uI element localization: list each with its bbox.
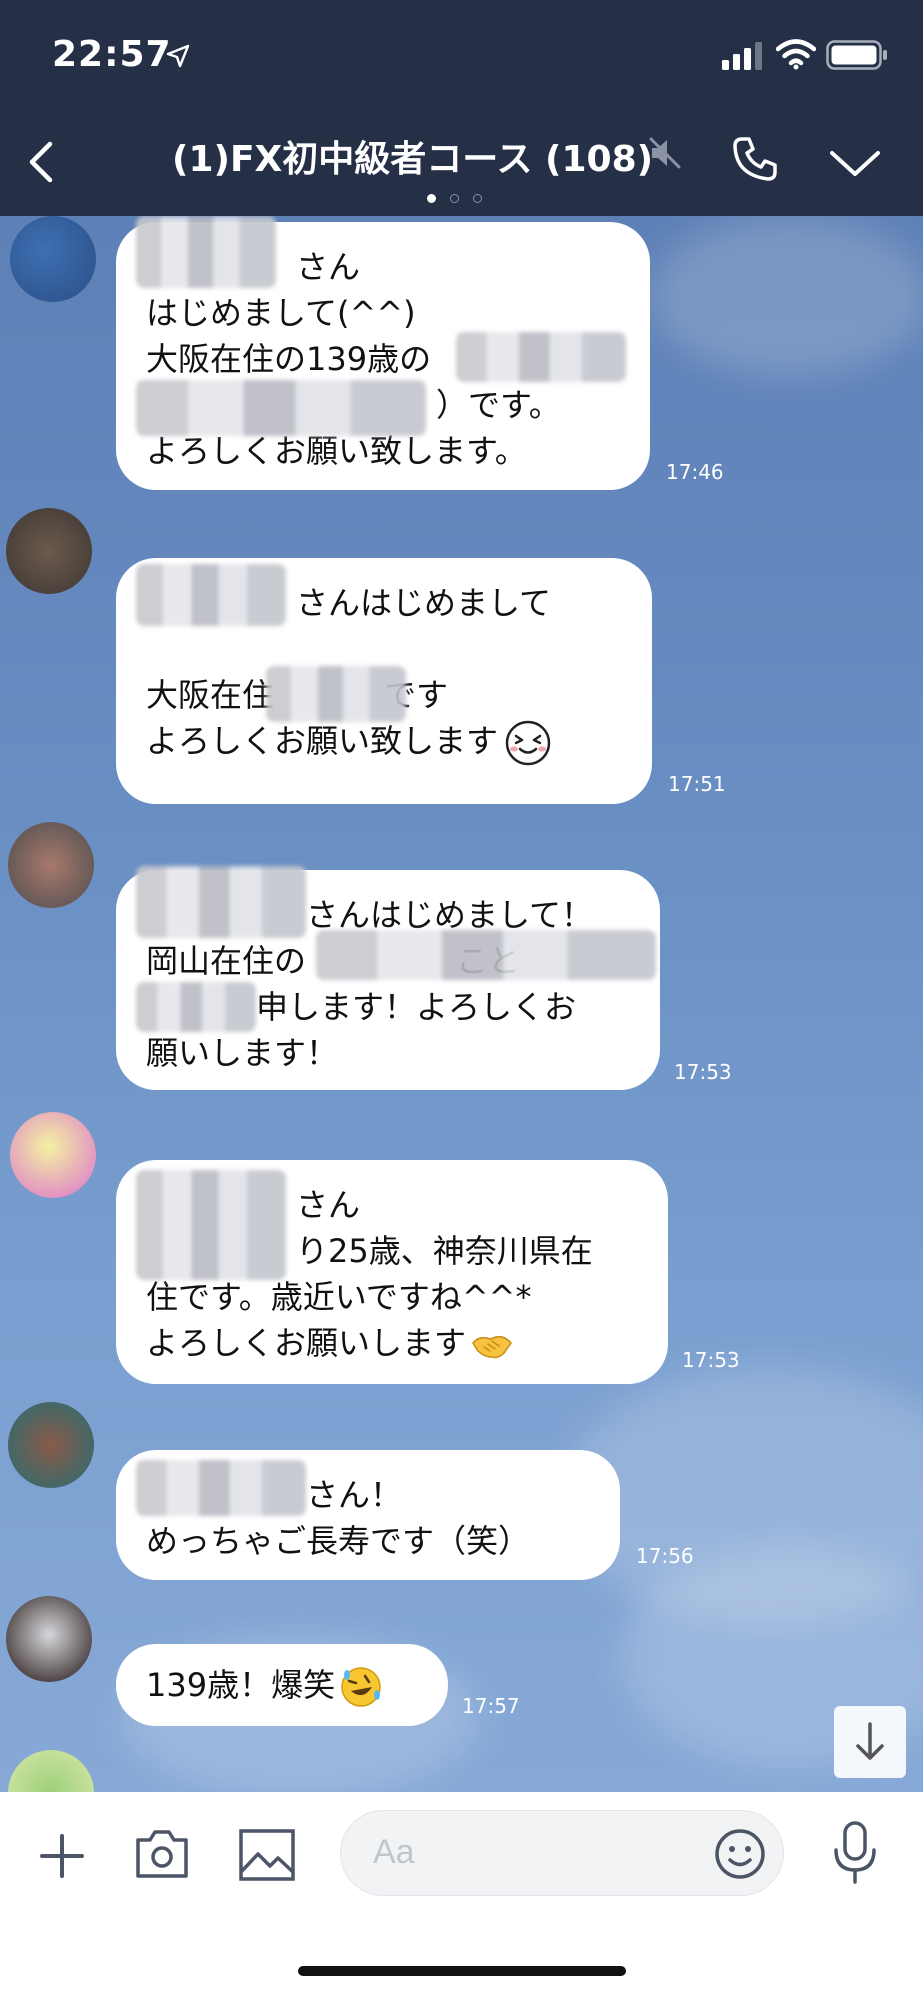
- mute-icon: [649, 137, 681, 169]
- message-time: 17:57: [462, 1694, 520, 1718]
- avatar[interactable]: [8, 822, 94, 908]
- location-arrow-icon: [166, 44, 190, 68]
- cellular-signal-icon: [722, 42, 762, 70]
- chat-title[interactable]: (1)FX初中級者コース (108): [172, 130, 653, 182]
- chat-message-list[interactable]: さん はじめまして(^^) 大阪在住の139歳の ）です。 よろしくお願い致しま…: [0, 216, 923, 1792]
- message-text: 住です。歳近いですね^^*: [146, 1278, 532, 1316]
- avatar[interactable]: [10, 1112, 96, 1198]
- scroll-to-bottom-button[interactable]: [834, 1706, 906, 1778]
- message-text: めっちゃご長寿です（笑）: [146, 1522, 531, 1560]
- camera-icon[interactable]: [132, 1826, 192, 1882]
- status-time: 22:57: [52, 34, 172, 75]
- phone-call-icon[interactable]: [730, 134, 780, 184]
- page-dot: [450, 194, 459, 203]
- pixelated-name: [136, 1170, 286, 1280]
- handshake-emoji-icon: [472, 1335, 512, 1359]
- home-indicator: [298, 1966, 626, 1976]
- pixelated-name: [136, 564, 286, 626]
- message-bubble[interactable]: 139歳！爆笑: [116, 1644, 448, 1726]
- pixelated-name: [136, 216, 276, 288]
- avatar[interactable]: [6, 1596, 92, 1682]
- page-dot-active: [427, 194, 436, 203]
- avatar[interactable]: [8, 1750, 94, 1792]
- pixelated-name: [266, 666, 406, 722]
- message-text: はじめまして(^^): [146, 294, 416, 332]
- pixelated-name: [136, 866, 306, 938]
- avatar[interactable]: [10, 216, 96, 302]
- pixelated-name: [136, 1460, 306, 1516]
- battery-icon: [826, 40, 887, 70]
- message-placeholder: Aa: [373, 1833, 415, 1871]
- line-chat-screen: 22:57 (1)FX初中級者コース (108) さん はじめまして(^^) 大…: [0, 0, 923, 2000]
- message-time: 17:53: [674, 1060, 732, 1084]
- message-text: 岡山在住の: [146, 942, 307, 980]
- emoji-smiley-icon[interactable]: [713, 1827, 767, 1881]
- chat-header: (1)FX初中級者コース (108): [0, 112, 923, 216]
- page-dot: [473, 194, 482, 203]
- message-text: よろしくお願い致します: [146, 722, 499, 760]
- rolling-laughing-emoji-icon: [341, 1667, 381, 1707]
- avatar[interactable]: [6, 508, 92, 594]
- message-text: 願いします！: [146, 1034, 339, 1072]
- message-time: 17:53: [682, 1348, 740, 1372]
- message-text-field[interactable]: Aa: [340, 1810, 784, 1896]
- message-bubble[interactable]: さんはじめまして！ 岡山在住のこと 申します！よろしくお 願いします！: [116, 866, 660, 1090]
- message-bubble[interactable]: さん！ めっちゃご長寿です（笑）: [116, 1450, 620, 1580]
- sky-cloud: [650, 216, 923, 376]
- message-input-bar: Aa: [0, 1792, 923, 2000]
- status-bar: 22:57: [0, 0, 923, 112]
- arrow-down-icon: [856, 1722, 884, 1760]
- microphone-icon[interactable]: [830, 1820, 880, 1886]
- pixelated-name: [456, 332, 626, 382]
- chevron-down-icon[interactable]: [828, 148, 882, 178]
- page-indicator: [427, 188, 497, 203]
- back-chevron-icon[interactable]: [24, 138, 58, 186]
- message-bubble[interactable]: さん り25歳、神奈川県在 住です。歳近いですね^^* よろしくお願いします: [116, 1160, 668, 1384]
- message-text: よろしくお願いします: [146, 1324, 467, 1362]
- image-gallery-icon[interactable]: [238, 1828, 296, 1882]
- avatar[interactable]: [8, 1402, 94, 1488]
- message-text: 大阪在住: [146, 676, 275, 714]
- pixelated-name: [316, 930, 656, 980]
- message-text: 139歳！爆笑: [146, 1666, 336, 1704]
- laughing-face-emoji-icon: [505, 720, 551, 766]
- pixelated-name: [136, 380, 426, 436]
- message-bubble[interactable]: さんはじめまして 大阪在住 です よろしくお願い致します: [116, 558, 652, 804]
- message-time: 17:46: [666, 460, 724, 484]
- message-bubble[interactable]: さん はじめまして(^^) 大阪在住の139歳の ）です。 よろしくお願い致しま…: [116, 216, 650, 490]
- wifi-icon: [776, 39, 816, 70]
- message-time: 17:56: [636, 1544, 694, 1568]
- message-time: 17:51: [668, 772, 726, 796]
- pixelated-name: [136, 982, 256, 1032]
- plus-icon[interactable]: [34, 1828, 90, 1884]
